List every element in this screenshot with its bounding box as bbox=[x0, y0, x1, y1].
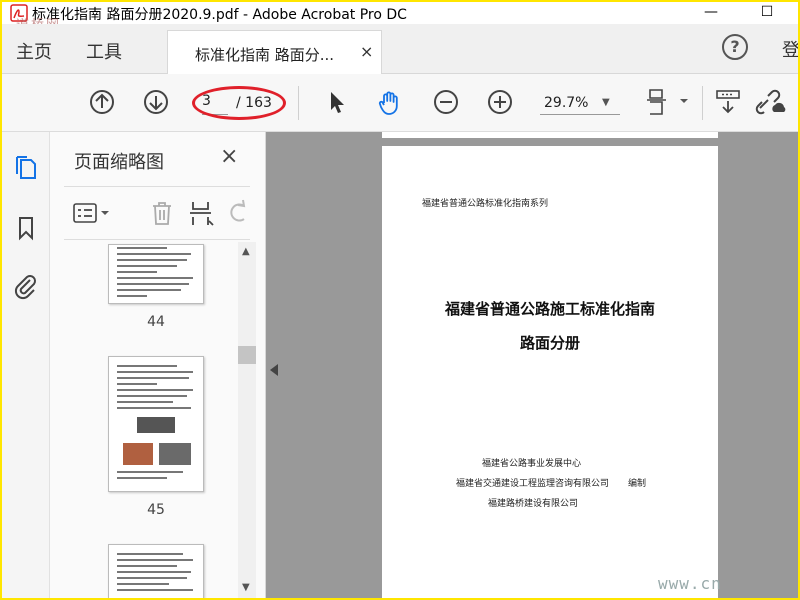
thumbnail-photo bbox=[159, 443, 191, 465]
tab-bar: 主页 工具 标准化指南 路面分... × ? 登 bbox=[2, 24, 798, 74]
page-view-icon[interactable] bbox=[644, 88, 692, 116]
next-page-icon[interactable] bbox=[142, 88, 170, 116]
panel-title: 页面缩略图 bbox=[74, 152, 164, 173]
document-tab-label: 标准化指南 路面分... bbox=[195, 46, 335, 64]
organization-2: 福建省交通建设工程监理咨询有限公司 bbox=[456, 479, 610, 489]
close-tab-icon[interactable]: × bbox=[360, 42, 373, 61]
thumbnail-scrollbar[interactable]: ▲ ▼ bbox=[238, 242, 256, 598]
share-link-icon[interactable] bbox=[754, 88, 788, 116]
document-view[interactable]: 福建省普通公路标准化指南系列 福建省普通公路施工标准化指南 路面分册 福建省公路… bbox=[266, 132, 798, 598]
bookmark-icon[interactable] bbox=[12, 214, 40, 242]
tab-document[interactable]: 标准化指南 路面分... × bbox=[167, 30, 382, 74]
document-series: 福建省普通公路标准化指南系列 bbox=[422, 199, 549, 209]
zoom-in-icon[interactable] bbox=[486, 88, 514, 116]
page-thumbnails-icon[interactable] bbox=[12, 154, 40, 182]
page-thumbnail[interactable] bbox=[108, 544, 204, 598]
help-icon[interactable]: ? bbox=[722, 34, 748, 60]
panel-toolbar bbox=[64, 186, 250, 240]
zoom-out-icon[interactable] bbox=[432, 88, 460, 116]
toolbar-divider bbox=[702, 86, 703, 120]
rotate-page-icon[interactable] bbox=[224, 199, 252, 227]
collapse-panel-icon[interactable] bbox=[270, 364, 278, 376]
thumbnail-page-number: 44 bbox=[147, 314, 165, 330]
page-thumbnail[interactable] bbox=[108, 356, 204, 492]
thumbnail-photo bbox=[137, 417, 175, 433]
attachment-icon[interactable] bbox=[12, 272, 40, 300]
insert-page-icon[interactable] bbox=[188, 199, 216, 227]
title-bar: 标准化指南 路面分册2020.9.pdf - Adobe Acrobat Pro… bbox=[2, 2, 798, 33]
options-menu-icon[interactable] bbox=[72, 199, 112, 227]
select-cursor-icon[interactable] bbox=[322, 88, 350, 116]
maximize-button[interactable]: ☐ bbox=[752, 2, 782, 24]
scroll-down-icon[interactable]: ▼ bbox=[242, 582, 250, 593]
site-watermark: www.cn bbox=[658, 574, 722, 593]
zoom-value: 29.7% bbox=[544, 95, 589, 111]
left-navigation-rail bbox=[2, 132, 50, 598]
page-thumbnails-panel: 页面缩略图 × 44 45 ▲ ▼ bbox=[50, 132, 266, 598]
fill-sign-icon[interactable] bbox=[714, 88, 742, 116]
document-subtitle: 路面分册 bbox=[519, 334, 580, 352]
zoom-dropdown[interactable]: 29.7% ▼ bbox=[540, 93, 620, 115]
previous-page-edge bbox=[382, 132, 718, 138]
toolbar-divider bbox=[298, 86, 299, 120]
page-thumbnail[interactable] bbox=[108, 244, 204, 304]
scroll-up-icon[interactable]: ▲ bbox=[242, 246, 250, 257]
hand-tool-icon[interactable] bbox=[376, 88, 404, 116]
organization-3: 福建路桥建设有限公司 bbox=[488, 499, 579, 509]
scroll-thumb[interactable] bbox=[238, 346, 256, 364]
organization-1: 福建省公路事业发展中心 bbox=[482, 459, 582, 469]
document-page: 福建省普通公路标准化指南系列 福建省普通公路施工标准化指南 路面分册 福建省公路… bbox=[382, 146, 718, 598]
thumbnail-page-number: 45 bbox=[147, 502, 165, 518]
previous-page-icon[interactable] bbox=[88, 88, 116, 116]
thumbnail-photo bbox=[123, 443, 153, 465]
red-highlight-ellipse bbox=[192, 86, 286, 120]
delete-page-icon[interactable] bbox=[148, 199, 176, 227]
chevron-down-icon: ▼ bbox=[602, 97, 610, 108]
tab-tools[interactable]: 工具 bbox=[86, 38, 122, 64]
close-panel-icon[interactable]: × bbox=[220, 144, 238, 169]
document-title: 福建省普通公路施工标准化指南 bbox=[444, 300, 655, 318]
acrobat-window: 标准化指南 路面分册2020.9.pdf - Adobe Acrobat Pro… bbox=[2, 2, 798, 598]
tab-home[interactable]: 主页 bbox=[16, 38, 52, 64]
main-toolbar: 3 / 163 29.7% ▼ bbox=[2, 74, 798, 132]
organization-role: 编制 bbox=[628, 479, 647, 489]
minimize-button[interactable]: — bbox=[696, 2, 726, 24]
sign-in-link[interactable]: 登 bbox=[782, 36, 798, 62]
window-title: 标准化指南 路面分册2020.9.pdf - Adobe Acrobat Pro… bbox=[32, 7, 407, 23]
